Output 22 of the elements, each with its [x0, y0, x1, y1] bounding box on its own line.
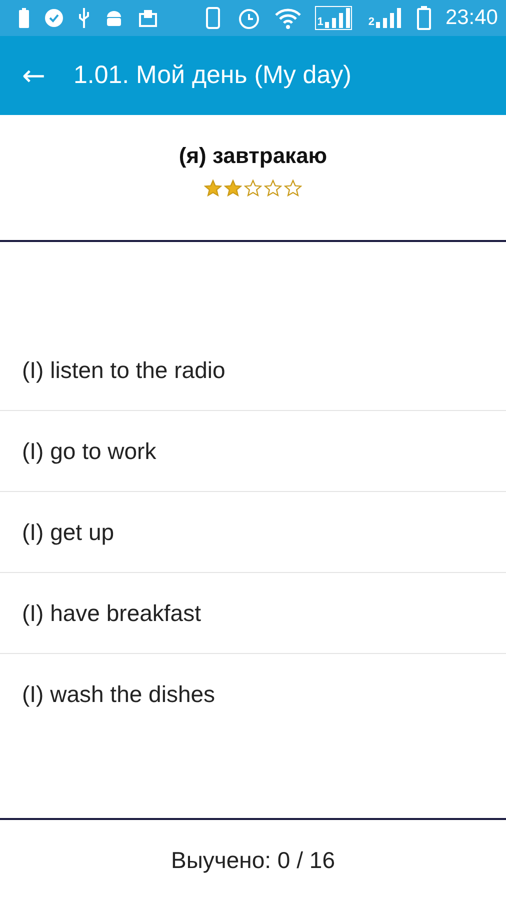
battery-icon [18, 7, 30, 29]
usb-icon [78, 7, 90, 29]
wifi-icon [275, 7, 302, 29]
word-text: (я) завтракаю [178, 143, 328, 169]
briefcase-icon [138, 8, 158, 28]
clock-time: 23:40 [445, 6, 498, 30]
answer-option[interactable]: (I) wash the dishes [0, 654, 506, 735]
answer-option[interactable]: (I) have breakfast [0, 573, 506, 654]
toolbar-title: 1.01. Мой день (My day) [73, 61, 352, 90]
chat-icon [44, 8, 64, 28]
star-icon [224, 179, 242, 197]
star-icon [204, 179, 222, 197]
star-icon [284, 179, 302, 197]
alarm-icon [237, 6, 262, 30]
star-icon [244, 179, 262, 197]
signal-icon: 1 [315, 6, 352, 30]
battery-icon [417, 6, 432, 30]
progress-text: Выучено: 0 / 16 [171, 846, 335, 874]
star-icon [264, 179, 282, 197]
answer-option[interactable]: (I) go to work [0, 411, 506, 492]
answer-option[interactable]: (I) listen to the radio [0, 330, 506, 411]
answer-option[interactable]: (I) get up [0, 492, 506, 573]
